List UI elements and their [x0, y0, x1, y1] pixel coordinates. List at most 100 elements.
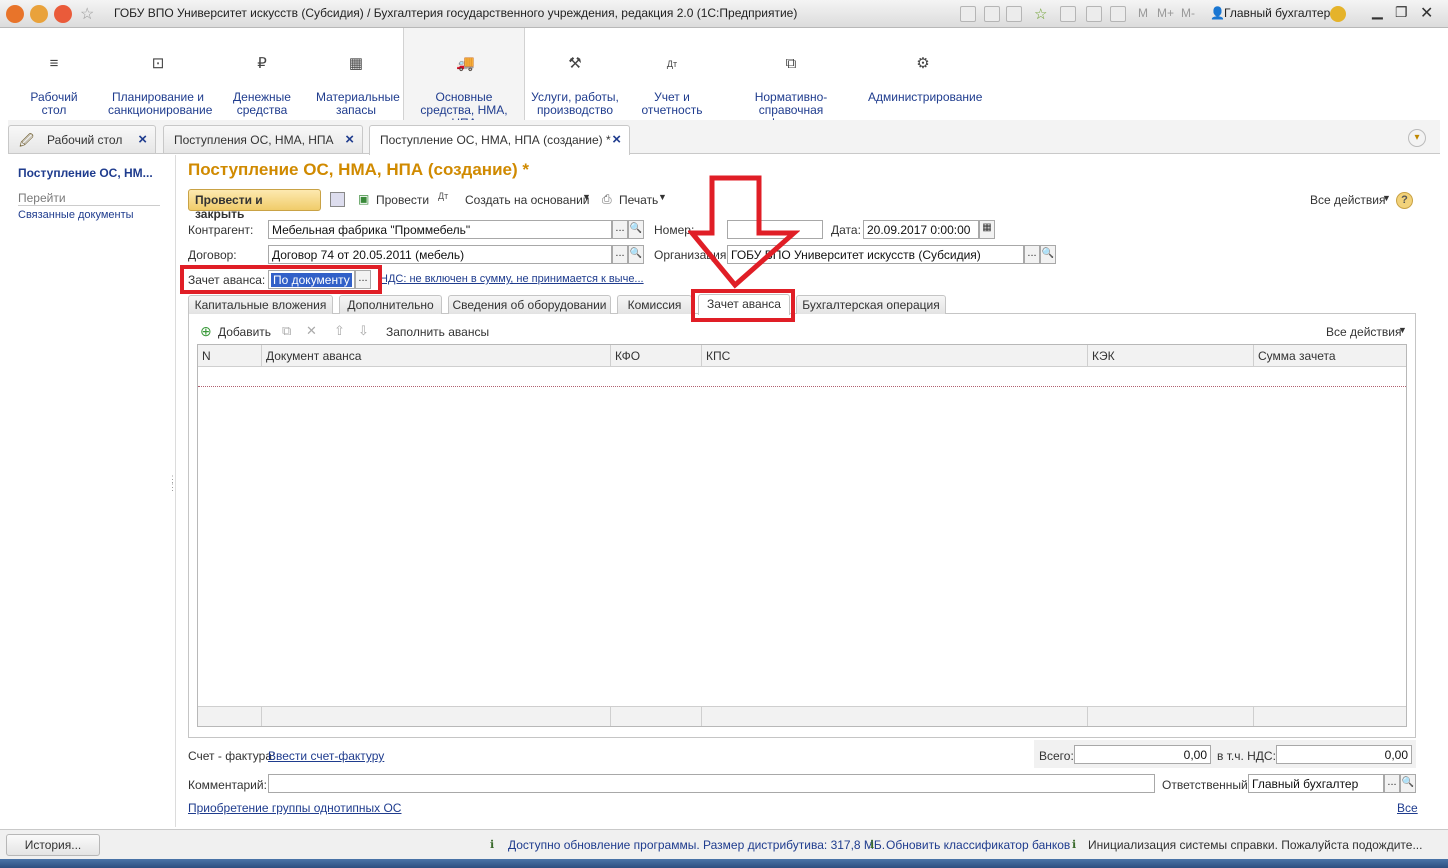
column-header[interactable]: КЭК: [1088, 345, 1254, 367]
kontragent-select-button[interactable]: ...: [612, 220, 628, 239]
save-icon[interactable]: [960, 6, 976, 22]
post-button[interactable]: Провести: [376, 193, 429, 207]
calendar-icon[interactable]: ▦: [979, 220, 995, 239]
section-materials[interactable]: ▦ Материальные запасы: [312, 28, 400, 120]
tab-label: Поступления ОС, НМА, НПА: [174, 133, 334, 147]
create-based-on-button[interactable]: Создать на основании: [465, 193, 590, 207]
section-administration[interactable]: ⚙ Администрирование: [868, 28, 983, 120]
section-desktop[interactable]: ≡ Рабочий стол: [8, 28, 100, 120]
tab-receipts-list[interactable]: Поступления ОС, НМА, НПА ×: [163, 125, 363, 153]
info-icon[interactable]: [1330, 6, 1346, 22]
menu-icon[interactable]: [30, 5, 48, 23]
all-actions-button[interactable]: Все действия: [1310, 193, 1385, 207]
section-label: Рабочий стол: [30, 90, 78, 117]
close-tab-icon[interactable]: ×: [138, 131, 147, 148]
splitter-handle[interactable]: ⋮ ⋮: [168, 475, 177, 492]
move-up-icon[interactable]: ⇧: [334, 323, 345, 339]
nav-goto-header: Перейти: [18, 191, 160, 206]
search-icon[interactable]: 🔍: [1400, 774, 1416, 793]
update-available-message[interactable]: Доступно обновление программы. Размер ди…: [508, 838, 885, 852]
app-logo-icon[interactable]: [6, 5, 24, 23]
search-icon[interactable]: 🔍: [628, 245, 644, 264]
delete-icon[interactable]: ✕: [306, 323, 317, 339]
ruble-icon: ₽: [257, 55, 267, 72]
search-icon[interactable]: 🔍: [1040, 245, 1056, 264]
help-button[interactable]: ?: [1396, 192, 1413, 209]
section-planning[interactable]: ⊡ Планирование и санкционирование: [108, 28, 212, 120]
section-money[interactable]: ₽ Денежные средства: [220, 28, 304, 120]
column-header[interactable]: КФО: [611, 345, 702, 367]
close-tab-icon[interactable]: ×: [612, 131, 621, 148]
highlight-advance-field: [180, 265, 382, 294]
tabs-menu-icon[interactable]: ▾: [1408, 129, 1426, 147]
favorites-star-icon[interactable]: ☆: [80, 4, 94, 24]
tab-receipt-new[interactable]: Поступление ОС, НМА, НПА (создание) * ×: [369, 125, 630, 155]
all-link[interactable]: Все: [1397, 801, 1418, 815]
date-field[interactable]: 20.09.2017 0:00:00: [863, 220, 979, 239]
user-name[interactable]: Главный бухгалтер: [1224, 6, 1330, 20]
fill-advances-button[interactable]: Заполнить авансы: [386, 325, 489, 339]
column-header[interactable]: КПС: [702, 345, 1088, 367]
post-and-close-button[interactable]: Провести и закрыть: [188, 189, 321, 221]
nav-related-docs[interactable]: Связанные документы: [18, 209, 134, 221]
add-row-button[interactable]: Добавить: [218, 325, 271, 339]
planning-icon: ⊡: [151, 55, 165, 72]
section-label: Администрирование: [868, 90, 983, 104]
copy-icon[interactable]: ⧉: [282, 323, 291, 339]
print-button[interactable]: Печать: [619, 193, 658, 207]
link-icon[interactable]: [1060, 6, 1076, 22]
organization-select-button[interactable]: ...: [1024, 245, 1040, 264]
column-header[interactable]: Сумма зачета: [1254, 345, 1406, 367]
nav-current-item[interactable]: Поступление ОС, НМ...: [18, 166, 153, 180]
section-fixed-assets[interactable]: 🚚Основные средства, НМА, НПА: [403, 28, 525, 130]
minimize-icon[interactable]: ▁: [1372, 3, 1383, 20]
info-icon: ℹ: [1072, 839, 1077, 851]
asset-group-link[interactable]: Приобретение группы однотипных ОС: [188, 801, 401, 815]
maximize-icon[interactable]: ❐: [1395, 4, 1408, 21]
form-title: Поступление ОС, НМА, НПА (создание) *: [188, 160, 529, 179]
info-icon: ℹ: [870, 839, 875, 851]
update-banks-message[interactable]: Обновить классификатор банков: [886, 838, 1070, 852]
column-header[interactable]: Документ аванса: [262, 345, 611, 367]
history-button[interactable]: История...: [6, 834, 100, 856]
move-down-icon[interactable]: ⇩: [358, 323, 369, 339]
section-reference[interactable]: ⧉Нормативно-справочная информация: [724, 28, 858, 130]
calculator-icon[interactable]: [1086, 6, 1102, 22]
add-favorite-icon[interactable]: ☆: [1034, 5, 1047, 23]
vat-link[interactable]: НДС: не включен в сумму, не принимается …: [380, 273, 644, 285]
footer-cell: [611, 706, 702, 726]
contract-field[interactable]: Договор 74 от 20.05.2011 (мебель): [268, 245, 612, 264]
comment-field[interactable]: [268, 774, 1155, 793]
responsible-field[interactable]: Главный бухгалтер: [1248, 774, 1384, 793]
tab-capital-investments[interactable]: Капитальные вложения: [188, 295, 333, 314]
contract-select-button[interactable]: ...: [612, 245, 628, 264]
responsible-select-button[interactable]: ...: [1384, 774, 1400, 793]
section-label: Материальные запасы: [316, 90, 400, 117]
close-icon[interactable]: ✕: [1420, 3, 1433, 23]
memory-plus-button[interactable]: M+: [1157, 6, 1174, 20]
tab-accounting-operation[interactable]: Бухгалтерская операция: [796, 295, 946, 314]
calendar-icon[interactable]: [1110, 6, 1126, 22]
search-icon[interactable]: 🔍: [628, 220, 644, 239]
tab-commission[interactable]: Комиссия: [617, 295, 692, 314]
save-icon[interactable]: [330, 192, 345, 207]
print-icon[interactable]: [984, 6, 1000, 22]
debit-credit-icon[interactable]: Дт: [438, 191, 448, 201]
section-reporting[interactable]: Дт Учет и отчетность: [628, 28, 716, 120]
advances-table[interactable]: N Документ аванса КФО КПС КЭК Сумма заче…: [197, 344, 1407, 727]
preview-icon[interactable]: [1006, 6, 1022, 22]
grid-all-actions-button[interactable]: Все действия: [1326, 325, 1401, 339]
tab-equipment-info[interactable]: Сведения об оборудовании: [448, 295, 611, 314]
close-tab-icon[interactable]: ×: [345, 131, 354, 148]
kontragent-field[interactable]: Мебельная фабрика "Проммебель": [268, 220, 612, 239]
responsible-label: Ответственный:: [1162, 778, 1252, 792]
memory-button[interactable]: M: [1138, 6, 1148, 20]
section-services[interactable]: ⚒ Услуги, работы, производство: [530, 28, 620, 120]
tab-desktop[interactable]: 🖉 Рабочий стол ×: [8, 125, 156, 153]
tab-additional[interactable]: Дополнительно: [339, 295, 442, 314]
enter-invoice-link[interactable]: Ввести счет-фактуру: [268, 749, 384, 763]
memory-minus-button[interactable]: M-: [1181, 6, 1195, 20]
column-header[interactable]: N: [198, 345, 262, 367]
footer-cell: [198, 706, 262, 726]
close-circle-icon[interactable]: [54, 5, 72, 23]
